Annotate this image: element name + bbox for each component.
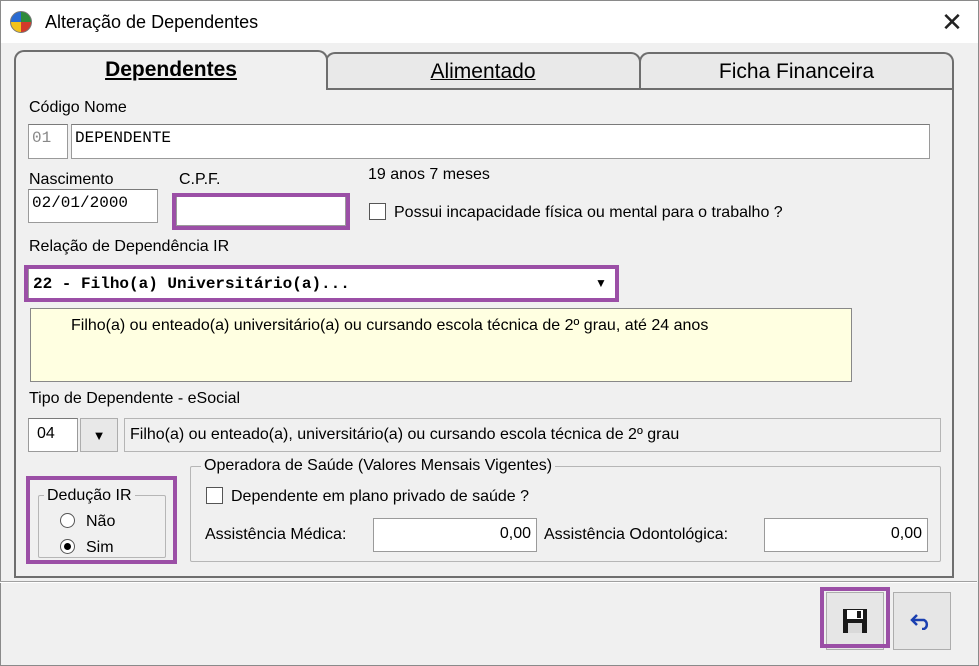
deducao-nao-label: Não [86, 513, 116, 530]
tab-label: Alimentado [430, 60, 536, 83]
medica-field[interactable]: 0,00 [373, 518, 537, 552]
plano-checkbox[interactable] [206, 487, 223, 504]
nascimento-field[interactable]: 02/01/2000 [28, 189, 158, 223]
tipo-code-field[interactable]: 04 [28, 418, 78, 452]
incapacidade-checkbox[interactable] [369, 203, 386, 220]
chevron-down-icon[interactable]: ▼ [589, 271, 613, 295]
tipo-label: Tipo de Dependente - eSocial [29, 390, 241, 407]
deducao-sim-label: Sim [86, 539, 114, 556]
title-bar: Alteração de Dependentes ✕ [1, 1, 978, 43]
medica-label: Assistência Médica: [205, 526, 347, 543]
tab-label: Ficha Financeira [718, 60, 875, 83]
deducao-sim-radio[interactable] [60, 539, 75, 554]
tab-ficha-financeira[interactable]: Ficha Financeira [639, 52, 954, 90]
nascimento-label: Nascimento [29, 171, 114, 188]
odonto-field[interactable]: 0,00 [764, 518, 928, 552]
app-globe-icon [10, 11, 32, 33]
saude-title: Operadora de Saúde (Valores Mensais Vige… [201, 457, 556, 475]
codigo-field[interactable]: 01 [28, 124, 68, 159]
relacao-selected-value: 22 - Filho(a) Universitário(a)... [33, 275, 350, 293]
footer-separator [0, 581, 977, 583]
undo-button[interactable] [893, 592, 951, 650]
nome-field[interactable]: DEPENDENTE [71, 124, 930, 159]
floppy-disk-icon [843, 609, 867, 633]
chevron-down-icon: ▼ [92, 427, 106, 443]
close-button[interactable]: ✕ [931, 5, 973, 39]
undo-icon [910, 614, 929, 630]
odonto-label: Assistência Odontológica: [544, 526, 729, 543]
relacao-description: Filho(a) ou enteado(a) universitário(a) … [71, 317, 709, 334]
idade-text: 19 anos 7 meses [368, 166, 490, 183]
cpf-field[interactable] [176, 196, 346, 226]
tipo-description-field: Filho(a) ou enteado(a), universitário(a)… [124, 418, 941, 452]
save-button[interactable] [826, 592, 884, 650]
deducao-nao-radio[interactable] [60, 513, 75, 528]
tab-dependentes[interactable]: Dependentes [14, 50, 328, 90]
deducao-title: Dedução IR [44, 487, 135, 505]
relacao-description-memo: Filho(a) ou enteado(a) universitário(a) … [30, 308, 852, 382]
relacao-select[interactable]: 22 - Filho(a) Universitário(a)... ▼ [28, 268, 616, 300]
codigo-nome-label: Código Nome [29, 99, 127, 116]
relacao-label: Relação de Dependência IR [29, 238, 230, 255]
tab-alimentado[interactable]: Alimentado [325, 52, 641, 90]
tab-label: Dependentes [105, 58, 237, 81]
window-title: Alteração de Dependentes [45, 12, 259, 32]
tipo-dropdown-button[interactable]: ▼ [80, 418, 118, 452]
cpf-label: C.P.F. [179, 171, 221, 188]
incapacidade-label: Possui incapacidade física ou mental par… [394, 204, 783, 221]
plano-label: Dependente em plano privado de saúde ? [231, 488, 529, 505]
